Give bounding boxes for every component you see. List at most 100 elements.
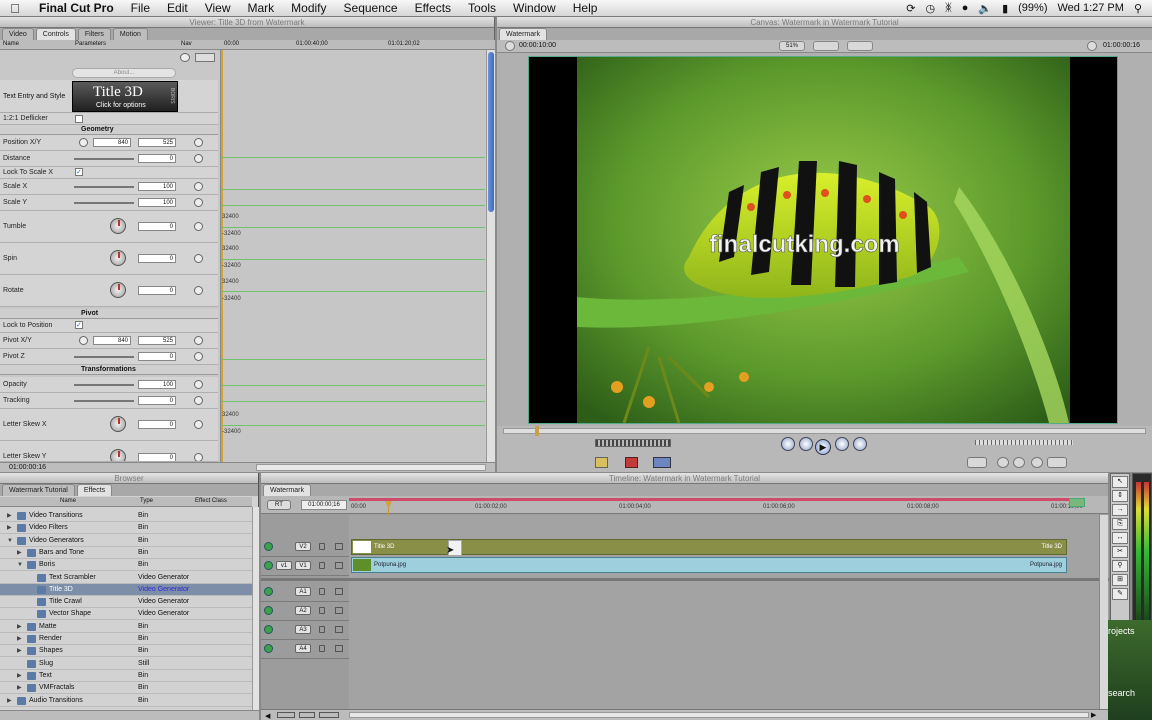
lock-position-checkbox[interactable]: ✓ [75, 321, 83, 329]
disclosure-triangle-icon[interactable]: ▶ [7, 695, 12, 707]
play-button[interactable]: ▶ [815, 439, 831, 455]
track-label-a1[interactable]: A1 [295, 587, 311, 596]
lock-icon[interactable] [319, 543, 325, 550]
keyframe-button[interactable] [194, 336, 203, 345]
clock[interactable]: Wed 1:27 PM [1057, 2, 1123, 14]
tab-filters[interactable]: Filters [77, 28, 111, 40]
lock-icon[interactable] [319, 588, 325, 595]
menu-modify[interactable]: Modify [282, 1, 334, 15]
link-icon[interactable] [335, 645, 343, 652]
scale-y-slider[interactable] [74, 202, 134, 204]
browser-titlebar[interactable]: Browser [0, 473, 258, 484]
browser-row[interactable]: ▶ Video Transitions Bin [0, 510, 252, 522]
section-transformations[interactable]: Transformations [0, 365, 218, 375]
tab-video[interactable]: Video [2, 28, 34, 40]
tab-controls[interactable]: Controls [35, 28, 76, 40]
position-x-field[interactable]: 840 [93, 138, 131, 147]
zoom-tool-icon[interactable]: ⚲ [1112, 560, 1128, 572]
disclosure-triangle-icon[interactable]: ▶ [7, 510, 12, 522]
tumble-dial[interactable] [110, 218, 126, 234]
browser-row[interactable]: ▶ Matte Bin [0, 621, 252, 633]
track-audible-icon[interactable] [264, 644, 273, 653]
disclosure-triangle-icon[interactable]: ▶ [17, 682, 22, 694]
zoom-popup[interactable]: 51% [779, 41, 805, 51]
canvas-duration[interactable]: 00:00:10:00 [519, 42, 556, 49]
viewer-scrollbar[interactable] [486, 50, 495, 462]
add-marker-button[interactable] [1031, 457, 1043, 468]
col-effect-class[interactable]: Effect Class [195, 498, 227, 504]
browser-row[interactable]: ▶ Bars and Tone Bin [0, 547, 252, 559]
section-pivot[interactable]: Pivot [0, 309, 218, 319]
track-label-a4[interactable]: A4 [295, 644, 311, 653]
wifi-icon[interactable]: ● [962, 2, 969, 14]
menu-effects[interactable]: Effects [406, 1, 459, 15]
rt-menu[interactable]: RT [267, 500, 291, 510]
keyframe-button[interactable] [194, 286, 203, 295]
browser-row[interactable]: ▶ Render Bin [0, 633, 252, 645]
letter-skew-x-dial[interactable] [110, 416, 126, 432]
link-icon[interactable] [335, 607, 343, 614]
keyframe-button[interactable] [194, 154, 203, 163]
browser-row[interactable]: ▼ Boris Bin [0, 559, 252, 572]
menu-edit[interactable]: Edit [158, 1, 196, 15]
track-audible-icon[interactable] [264, 606, 273, 615]
browser-row[interactable]: ▶ Video Filters Bin [0, 522, 252, 535]
scrubber-playhead[interactable] [535, 426, 539, 436]
scroll-thumb[interactable] [488, 52, 494, 212]
view-popup[interactable] [813, 41, 839, 51]
track-label-a3[interactable]: A3 [295, 625, 311, 634]
add-keyframe-button[interactable] [1013, 457, 1025, 468]
shuttle-control[interactable] [595, 439, 671, 447]
link-icon[interactable] [335, 626, 343, 633]
scale-x-slider[interactable] [74, 186, 134, 188]
viewer-h-scrollbar[interactable] [256, 464, 486, 471]
desktop-projects-label[interactable]: rojects [1108, 626, 1135, 636]
keyframe-button[interactable] [194, 182, 203, 191]
disclosure-triangle-icon[interactable]: ▼ [7, 535, 13, 547]
audio-tracks-area[interactable] [349, 581, 1109, 709]
timeline-v-scrollbar[interactable] [1099, 515, 1108, 709]
browser-row[interactable]: ▶ Audio Transitions Bin [0, 695, 252, 707]
disclosure-triangle-icon[interactable]: ▶ [17, 645, 22, 657]
keyframe-button[interactable] [194, 198, 203, 207]
previous-edit-button[interactable] [799, 437, 813, 451]
menu-sequence[interactable]: Sequence [335, 1, 406, 15]
time-machine-icon[interactable]: ◷ [926, 2, 936, 15]
reset-icon[interactable] [180, 53, 190, 62]
menu-app[interactable]: Final Cut Pro [30, 1, 122, 15]
lock-scale-checkbox[interactable]: ✓ [75, 168, 83, 176]
canvas-timecode[interactable]: 01:00:00:16 [1103, 42, 1140, 49]
play-around-button[interactable] [853, 437, 867, 451]
rotate-field[interactable]: 0 [138, 286, 176, 295]
spin-dial[interactable] [110, 250, 126, 266]
lock-icon[interactable] [319, 645, 325, 652]
menu-mark[interactable]: Mark [239, 1, 283, 15]
razor-tool-icon[interactable]: ✂ [1112, 546, 1128, 558]
slip-tool-icon[interactable]: ↔ [1112, 532, 1128, 544]
menu-file[interactable]: File [122, 1, 158, 15]
viewer-timecode[interactable]: 01:00:00:16 [9, 464, 46, 471]
clip-keyframes-toggle[interactable] [299, 712, 315, 718]
browser-row[interactable]: ▶ Text Bin [0, 670, 252, 682]
keyframe-button[interactable] [194, 352, 203, 361]
browser-row[interactable]: ▶ VMFractals Bin [0, 682, 252, 695]
keyframe-button[interactable] [194, 420, 203, 429]
sync-icon[interactable]: ⟳ [906, 2, 915, 15]
edit-selection-tool-icon[interactable]: ⇕ [1112, 490, 1128, 502]
timeline-timecode[interactable]: 01:00:00;16 [301, 500, 347, 510]
browser-row[interactable]: Text Scrambler Video Generator [0, 572, 252, 584]
disclosure-triangle-icon[interactable]: ▶ [7, 522, 12, 534]
scale-y-field[interactable]: 100 [138, 198, 176, 207]
letter-skew-y-dial[interactable] [110, 449, 126, 461]
next-edit-button[interactable] [835, 437, 849, 451]
lock-icon[interactable] [319, 626, 325, 633]
overwrite-edit-button[interactable] [625, 457, 638, 468]
replace-edit-button[interactable] [653, 457, 671, 468]
crosshair-icon[interactable] [79, 138, 88, 147]
scrubber-bar[interactable] [503, 428, 1146, 434]
timeline-titlebar[interactable]: Timeline: Watermark in Watermark Tutoria… [261, 473, 1108, 484]
tab-effects[interactable]: Effects [76, 484, 113, 496]
pivot-z-slider[interactable] [74, 356, 134, 358]
browser-row[interactable]: Title Crawl Video Generator [0, 596, 252, 609]
deflicker-checkbox[interactable] [75, 115, 83, 123]
